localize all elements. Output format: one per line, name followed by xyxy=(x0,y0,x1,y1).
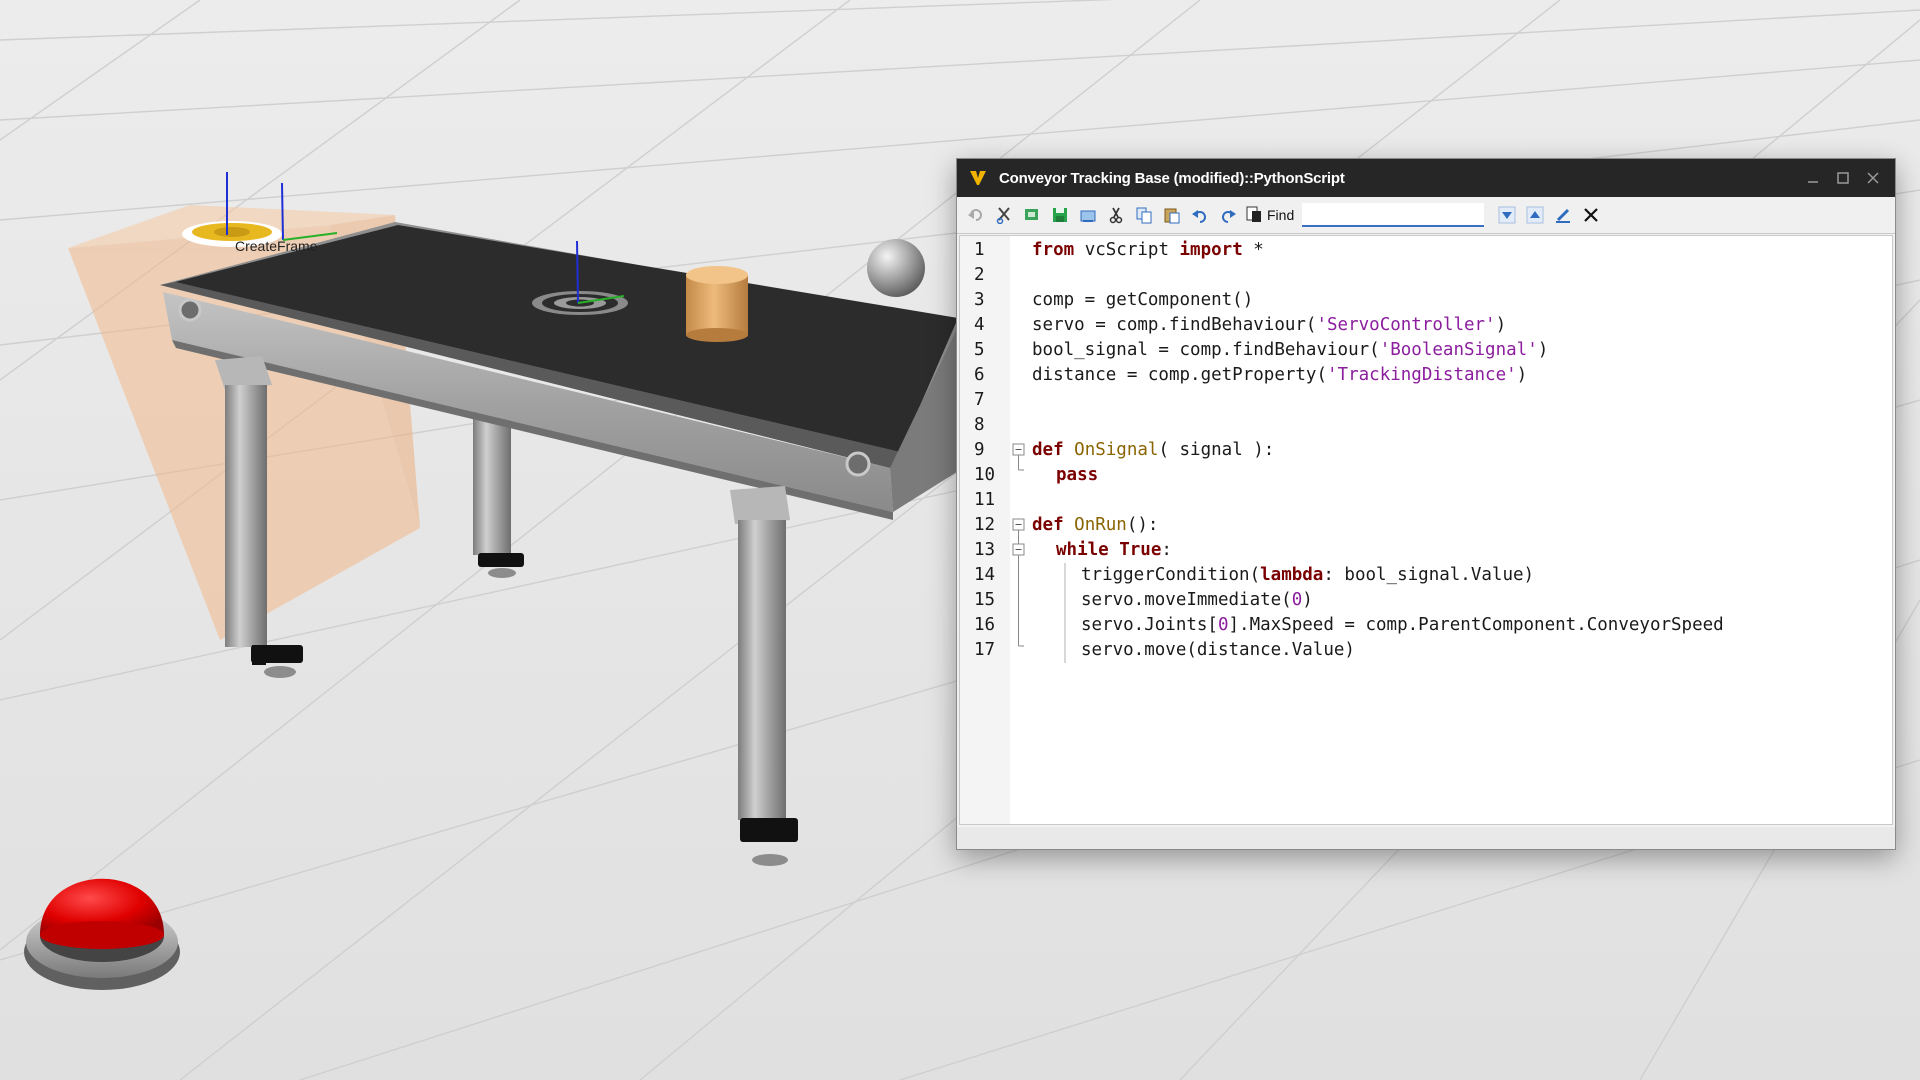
compile-icon[interactable] xyxy=(1019,202,1045,228)
export-icon[interactable] xyxy=(1075,202,1101,228)
undo-disabled-icon[interactable] xyxy=(963,202,989,228)
code-line-17: servo.move(distance.Value) xyxy=(1081,640,1355,660)
frame-label: CreateFrame xyxy=(235,238,318,254)
find-label: Find xyxy=(1267,207,1295,223)
copy-icon[interactable] xyxy=(1131,202,1157,228)
indent-guides xyxy=(1064,563,1066,663)
maximize-icon[interactable] xyxy=(1835,170,1851,186)
find-button[interactable]: Find xyxy=(1245,205,1294,226)
save-icon[interactable] xyxy=(1047,202,1073,228)
clear-find-icon[interactable] xyxy=(1578,202,1604,228)
code-line-15: servo.moveImmediate(0) xyxy=(1081,590,1313,610)
find-page-icon xyxy=(1245,205,1263,226)
editor-toolbar: Find xyxy=(957,197,1895,234)
close-icon[interactable] xyxy=(1865,170,1881,186)
highlight-icon[interactable] xyxy=(1550,202,1576,228)
code-line-16: servo.Joints[0].MaxSpeed = comp.ParentCo… xyxy=(1081,615,1724,635)
code-line-6: distance = comp.getProperty('TrackingDis… xyxy=(1032,365,1528,385)
editor-titlebar[interactable]: Conveyor Tracking Base (modified)::Pytho… xyxy=(957,159,1895,197)
cylinder-part[interactable] xyxy=(686,266,748,342)
minimize-icon[interactable] xyxy=(1805,170,1821,186)
find-previous-icon[interactable] xyxy=(1522,202,1548,228)
cut-script-icon[interactable] xyxy=(991,202,1017,228)
code-editor[interactable]: 1 2 3 4 5 6 7 8 9 10 11 12 13 14 15 16 1… xyxy=(959,235,1893,825)
find-next-icon[interactable] xyxy=(1494,202,1520,228)
sphere-part[interactable] xyxy=(867,239,925,297)
code-line-5: bool_signal = comp.findBehaviour('Boolea… xyxy=(1032,340,1549,360)
undo-icon[interactable] xyxy=(1187,202,1213,228)
python-script-editor[interactable]: Conveyor Tracking Base (modified)::Pytho… xyxy=(956,158,1896,850)
code-line-14: triggerCondition(lambda: bool_signal.Val… xyxy=(1081,565,1535,585)
redo-icon[interactable] xyxy=(1215,202,1241,228)
find-input[interactable] xyxy=(1302,203,1485,227)
code-line-4: servo = comp.findBehaviour('ServoControl… xyxy=(1032,315,1507,335)
cut-icon[interactable] xyxy=(1103,202,1129,228)
paste-icon[interactable] xyxy=(1159,202,1185,228)
editor-status-strip xyxy=(957,827,1895,849)
app-logo-icon xyxy=(967,167,989,189)
window-title: Conveyor Tracking Base (modified)::Pytho… xyxy=(999,169,1345,187)
